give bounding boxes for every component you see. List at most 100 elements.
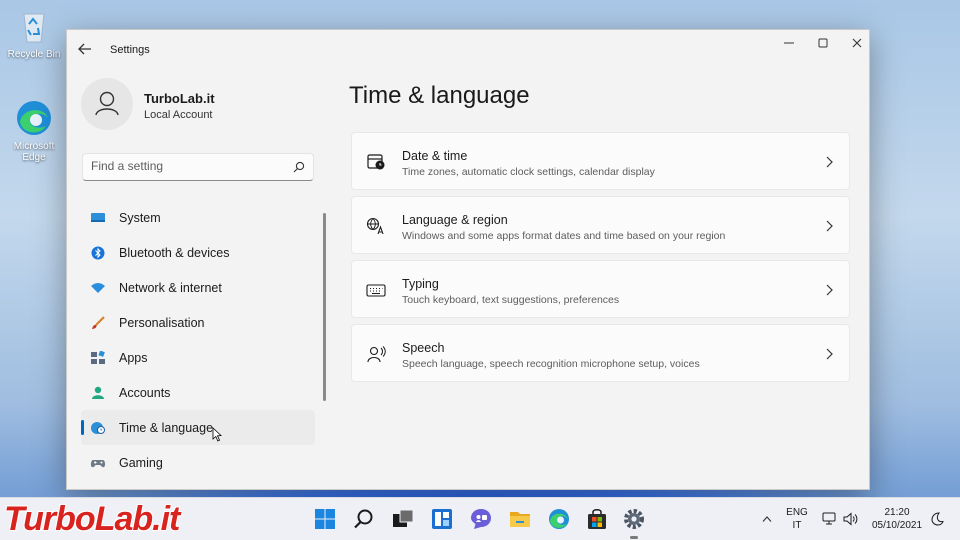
chevron-right-icon — [826, 348, 833, 360]
desktop-icon-label: Recycle Bin — [7, 49, 61, 60]
taskbar-search-button[interactable] — [352, 507, 376, 531]
sidebar-item-apps[interactable]: Apps — [81, 340, 315, 375]
edge-icon — [549, 509, 569, 529]
sidebar-item-label: Time & language — [119, 421, 214, 435]
task-view-button[interactable] — [391, 507, 415, 531]
recycle-bin-icon — [14, 6, 54, 46]
user-icon — [95, 91, 119, 116]
volume-icon[interactable] — [843, 512, 859, 526]
search-icon — [293, 161, 305, 173]
card-language-region[interactable]: Language & region Windows and some apps … — [351, 196, 850, 254]
widgets-button[interactable] — [430, 507, 454, 531]
store-icon — [588, 509, 606, 529]
card-subtitle: Time zones, automatic clock settings, ca… — [402, 166, 655, 178]
edge-icon — [14, 98, 54, 138]
sidebar-item-time-language[interactable]: Time & language — [81, 410, 315, 445]
card-subtitle: Windows and some apps format dates and t… — [402, 230, 726, 242]
search-box — [82, 153, 314, 181]
search-input[interactable] — [91, 159, 281, 173]
sidebar-item-label: System — [119, 211, 161, 225]
title-bar: Settings — [67, 30, 869, 70]
clock-date: 05/10/2021 — [871, 520, 923, 531]
chat-button[interactable] — [469, 507, 493, 531]
sidebar-item-network[interactable]: Network & internet — [81, 270, 315, 305]
mouse-cursor-icon — [212, 427, 222, 442]
sidebar-item-accounts[interactable]: Accounts — [81, 375, 315, 410]
minimize-button[interactable] — [771, 32, 807, 54]
sidebar-item-label: Network & internet — [119, 281, 222, 295]
sidebar-item-bluetooth[interactable]: Bluetooth & devices — [81, 235, 315, 270]
sidebar-item-personalisation[interactable]: Personalisation — [81, 305, 315, 340]
calendar-clock-icon — [367, 154, 385, 170]
file-explorer-button[interactable] — [508, 507, 532, 531]
gamepad-icon — [90, 460, 106, 468]
start-button[interactable] — [313, 507, 337, 531]
card-speech[interactable]: Speech Speech language, speech recogniti… — [351, 324, 850, 382]
desktop-icon-label: Microsoft Edge — [13, 141, 55, 163]
sidebar-scrollbar[interactable] — [323, 213, 326, 401]
settings-cards: Date & time Time zones, automatic clock … — [351, 132, 850, 388]
minimize-icon — [784, 42, 794, 44]
chevron-right-icon — [826, 220, 833, 232]
avatar[interactable] — [81, 78, 133, 130]
back-button[interactable] — [77, 42, 97, 58]
search-icon — [354, 509, 373, 529]
chevron-right-icon — [826, 156, 833, 168]
network-icon[interactable] — [822, 512, 838, 526]
store-button[interactable] — [585, 507, 609, 531]
sidebar-item-label: Bluetooth & devices — [119, 246, 230, 260]
desktop-icon-edge[interactable]: Microsoft Edge — [2, 98, 66, 163]
input-language-region: IT — [792, 520, 802, 531]
sidebar-item-label: Gaming — [119, 456, 163, 470]
language-icon — [366, 217, 384, 235]
system-icon — [91, 213, 105, 222]
speech-icon — [367, 346, 386, 363]
sidebar-item-label: Personalisation — [119, 316, 205, 330]
input-language-code: ENG — [786, 507, 808, 518]
maximize-button[interactable] — [805, 32, 841, 54]
card-typing[interactable]: Typing Touch keyboard, text suggestions,… — [351, 260, 850, 318]
file-explorer-icon — [510, 512, 530, 527]
card-title: Language & region — [402, 213, 508, 227]
taskbar: TurboLab.it ENG IT 21:20 05/10/2021 — [0, 497, 960, 540]
chat-icon — [471, 509, 491, 529]
sidebar-item-gaming[interactable]: Gaming — [81, 445, 315, 480]
clock-time: 21:20 — [884, 507, 910, 518]
taskbar-edge-button[interactable] — [547, 507, 571, 531]
sidebar-item-system[interactable]: System — [81, 200, 315, 235]
card-title: Speech — [402, 341, 445, 355]
widgets-icon — [432, 509, 452, 529]
wifi-icon — [91, 283, 105, 293]
profile-name: TurboLab.it — [144, 91, 215, 106]
card-subtitle: Speech language, speech recognition micr… — [402, 358, 700, 370]
focus-assist-icon[interactable] — [930, 512, 944, 526]
sidebar-item-label: Apps — [119, 351, 148, 365]
settings-taskbar-button[interactable] — [622, 507, 646, 539]
card-subtitle: Touch keyboard, text suggestions, prefer… — [402, 294, 620, 306]
keyboard-icon — [366, 284, 386, 297]
brand-watermark: TurboLab.it — [4, 500, 180, 538]
accounts-icon — [92, 386, 104, 399]
close-button[interactable] — [839, 32, 875, 54]
card-title: Date & time — [402, 149, 468, 163]
window-title: Settings — [110, 44, 150, 56]
globe-clock-icon — [91, 422, 105, 434]
brush-icon — [92, 316, 105, 329]
input-language[interactable]: ENG IT — [782, 507, 812, 531]
desktop-icon-recycle-bin[interactable]: Recycle Bin — [2, 6, 66, 60]
bluetooth-icon — [91, 246, 105, 260]
settings-window: Settings TurboLab.it Local Account Syste… — [66, 29, 870, 490]
sidebar-item-label: Accounts — [119, 386, 171, 400]
page-title: Time & language — [349, 82, 530, 109]
task-view-icon — [393, 509, 414, 527]
card-title: Typing — [402, 277, 439, 291]
maximize-icon — [818, 38, 828, 48]
chevron-right-icon — [826, 284, 833, 296]
clock[interactable]: 21:20 05/10/2021 — [868, 507, 926, 531]
back-arrow-icon — [78, 43, 91, 55]
card-date-time[interactable]: Date & time Time zones, automatic clock … — [351, 132, 850, 190]
start-icon — [315, 509, 335, 529]
close-icon — [852, 38, 862, 48]
chevron-up-icon[interactable] — [762, 515, 772, 523]
sidebar-nav: System Bluetooth & devices Network & int… — [81, 200, 315, 480]
